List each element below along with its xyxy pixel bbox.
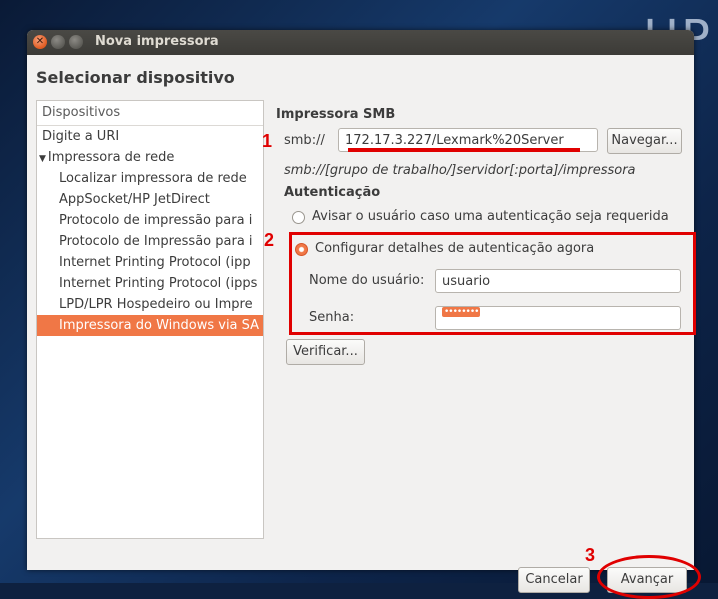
annotation-ellipse-3 — [597, 555, 701, 599]
device-item-label: Impressora de rede — [47, 150, 175, 165]
annotation-number-1: 1 — [262, 131, 273, 151]
expand-arrow-icon[interactable]: ▼ — [39, 149, 46, 170]
device-item-appsocket[interactable]: AppSocket/HP JetDirect — [37, 189, 263, 210]
device-item-print-protocol-1[interactable]: Protocolo de impressão para i — [37, 210, 263, 231]
radio-prompt-auth-label[interactable]: Avisar o usuário caso uma autenticação s… — [312, 209, 669, 224]
smb-format-hint: smb://[grupo de trabalho/]servidor[:port… — [284, 163, 636, 178]
annotation-number-3: 3 — [585, 545, 596, 565]
auth-section-title: Autenticação — [284, 185, 381, 200]
verify-button[interactable]: Verificar... — [286, 339, 365, 365]
annotation-underline-1 — [348, 148, 580, 152]
device-item-windows-samba[interactable]: Impressora do Windows via SA — [37, 315, 263, 336]
minimize-icon[interactable] — [51, 35, 65, 49]
radio-prompt-auth[interactable] — [292, 211, 305, 224]
devices-list-header[interactable]: Dispositivos — [37, 101, 263, 126]
maximize-icon[interactable] — [69, 35, 83, 49]
close-icon[interactable]: ✕ — [33, 35, 47, 49]
device-item-enter-uri[interactable]: Digite a URI — [37, 126, 263, 147]
annotation-number-2: 2 — [264, 230, 275, 250]
smb-prefix-label: smb:// — [284, 133, 325, 148]
devices-list: Dispositivos Digite a URI ▼ Impressora de… — [36, 100, 264, 539]
device-item-ipps[interactable]: Internet Printing Protocol (ipps — [37, 273, 263, 294]
device-item-lpd[interactable]: LPD/LPR Hospedeiro ou Impre — [37, 294, 263, 315]
titlebar[interactable]: ✕ Nova impressora — [27, 30, 694, 55]
browse-button[interactable]: Navegar... — [607, 128, 682, 154]
smb-section-title: Impressora SMB — [276, 107, 396, 122]
page-heading: Selecionar dispositivo — [36, 68, 235, 87]
annotation-box-2 — [289, 232, 696, 335]
device-item-ipp[interactable]: Internet Printing Protocol (ipp — [37, 252, 263, 273]
cancel-button[interactable]: Cancelar — [518, 567, 590, 593]
device-item-network-printer[interactable]: ▼ Impressora de rede — [37, 147, 263, 168]
device-item-find-network-printer[interactable]: Localizar impressora de rede — [37, 168, 263, 189]
device-item-print-protocol-2[interactable]: Protocolo de Impressão para i — [37, 231, 263, 252]
window-title: Nova impressora — [95, 34, 219, 49]
